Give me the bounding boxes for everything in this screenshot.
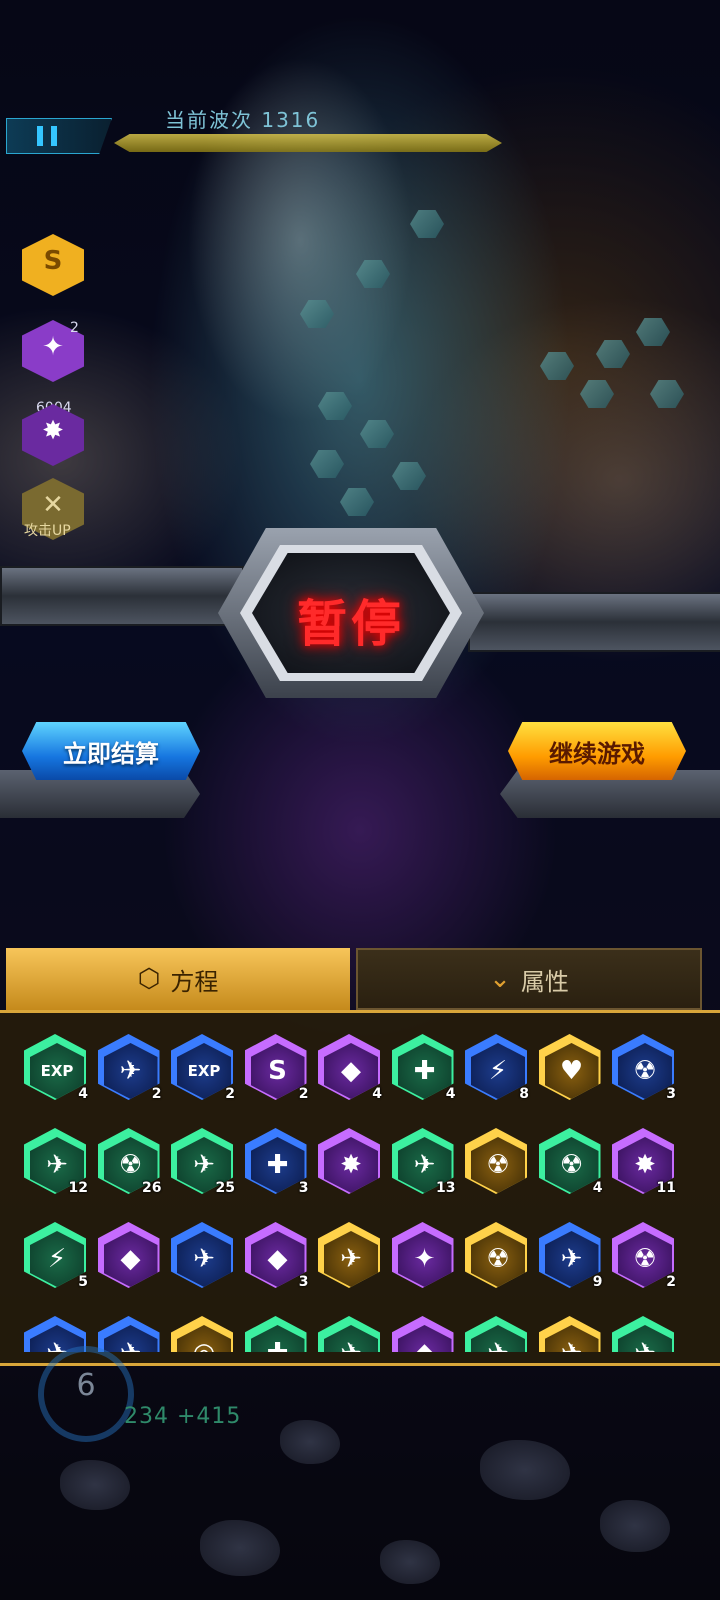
skill-count: 2 (151, 1086, 162, 1102)
fighter-count: 2 (70, 320, 79, 336)
skill-count: 25 (215, 1180, 235, 1196)
skill-icon[interactable]: ☢ 26 (96, 1124, 162, 1196)
skill-icon[interactable]: ✈ (610, 1312, 676, 1352)
skill-count: 13 (436, 1180, 456, 1196)
skill-count: 3 (666, 1086, 676, 1102)
skill-icon[interactable]: ✈ (169, 1218, 235, 1290)
skill-count: 4 (372, 1086, 382, 1102)
skill-icon[interactable]: ◆ (390, 1312, 456, 1352)
pause-title: 暂停 (297, 595, 405, 653)
skill-icon[interactable]: ⚡ 8 (463, 1030, 529, 1102)
skill-icon[interactable]: S2 (243, 1030, 309, 1102)
asteroid (380, 1540, 440, 1584)
skill-icon[interactable]: ✚ (243, 1312, 309, 1352)
skill-icon[interactable]: ✚ 3 (243, 1124, 309, 1196)
skill-count: 3 (298, 1274, 309, 1290)
pause-button[interactable] (6, 118, 112, 154)
skill-count: 8 (519, 1086, 529, 1102)
skill-icon[interactable]: ✚ 4 (390, 1030, 456, 1102)
skill-icon[interactable]: ♥ (537, 1030, 603, 1102)
skill-count: 4 (445, 1086, 456, 1102)
frame-beam-left (0, 566, 244, 626)
skill-count: 11 (656, 1180, 676, 1196)
skill-icon[interactable]: ◆ 4 (316, 1030, 382, 1102)
skill-icon[interactable]: ☢ 4 (537, 1124, 603, 1196)
skill-count: 4 (78, 1086, 88, 1102)
wave-counter: 当前波次 1316 (165, 108, 321, 132)
score-readout: 234 +415 (124, 1404, 242, 1429)
skill-count: 12 (68, 1180, 88, 1196)
skill-icon[interactable]: ✈ (316, 1312, 382, 1352)
double-chevron-down-icon: ⌄ (489, 964, 511, 994)
asteroid (280, 1420, 340, 1464)
settle-now-button[interactable]: 立即结算 (22, 722, 200, 780)
skill-icon[interactable]: ✈ 25 (169, 1124, 235, 1196)
skill-icon[interactable]: ◆ 3 (243, 1218, 309, 1290)
skill-icon[interactable]: ☢ 2 (610, 1218, 676, 1290)
frame-beam-right (468, 592, 720, 652)
attack-up-label: 攻击UP (24, 523, 71, 539)
skill-icon[interactable]: EXP 2 (169, 1030, 235, 1102)
skill-icon[interactable]: ✈ 12 (22, 1124, 88, 1196)
skill-count: 2 (225, 1086, 235, 1102)
skill-icon[interactable]: EXP 4 (22, 1030, 88, 1102)
hexagon-logo-icon: ⬡ (137, 964, 161, 994)
skill-count: 26 (142, 1180, 162, 1196)
tab-formula[interactable]: ⬡ 方程 (6, 948, 350, 1010)
skill-icon[interactable]: ✈ (316, 1218, 382, 1290)
skill-count: 9 (592, 1274, 603, 1290)
skill-icon[interactable]: ◎ (169, 1312, 235, 1352)
skill-count: 4 (592, 1180, 603, 1196)
skill-count: 2 (666, 1274, 676, 1290)
wave-progress-bar (114, 134, 502, 152)
tab-formula-label: 方程 (170, 967, 219, 996)
skill-icon[interactable]: ☢ (463, 1218, 529, 1290)
skill-icon[interactable]: ✈ (96, 1312, 162, 1352)
skill-icon[interactable]: ◆ (96, 1218, 162, 1290)
skill-icon[interactable]: ✸ (316, 1124, 382, 1196)
tab-attribute[interactable]: ⌄ 属性 (356, 948, 702, 1010)
continue-game-button[interactable]: 继续游戏 (508, 722, 686, 780)
tab-attribute-label: 属性 (520, 967, 569, 996)
skill-icon[interactable]: ✈ (463, 1312, 529, 1352)
skill-icon[interactable]: ☢ 3 (610, 1030, 676, 1102)
skill-icon[interactable]: ⚡ 5 (22, 1218, 88, 1290)
level-number: 6 (76, 1368, 96, 1403)
skill-icon[interactable]: ✸ 11 (610, 1124, 676, 1196)
skill-icon[interactable]: ✦ (390, 1218, 456, 1290)
skill-icon[interactable]: ✈ 13 (390, 1124, 456, 1196)
skill-icon[interactable]: ✈ (537, 1312, 603, 1352)
skill-icon[interactable]: ☢ (463, 1124, 529, 1196)
skill-grid[interactable]: EXP 4 ✈ 2 EXP 2 S 2 ◆ 4 ✚ 4 ⚡ 8 ♥ ☢ 3 ✈ 12 ☢ 26 ✈ 25 ✚ 3 ✸ ✈ 13 ☢ ☢ 4 ✸… (22, 1030, 702, 1352)
skill-icon[interactable]: ✈ 9 (537, 1218, 603, 1290)
skill-count: 3 (298, 1180, 309, 1196)
skill-count: 5 (78, 1274, 88, 1290)
skill-icon[interactable]: ✈ 2 (96, 1030, 162, 1102)
skill-count: 2 (298, 1086, 309, 1102)
